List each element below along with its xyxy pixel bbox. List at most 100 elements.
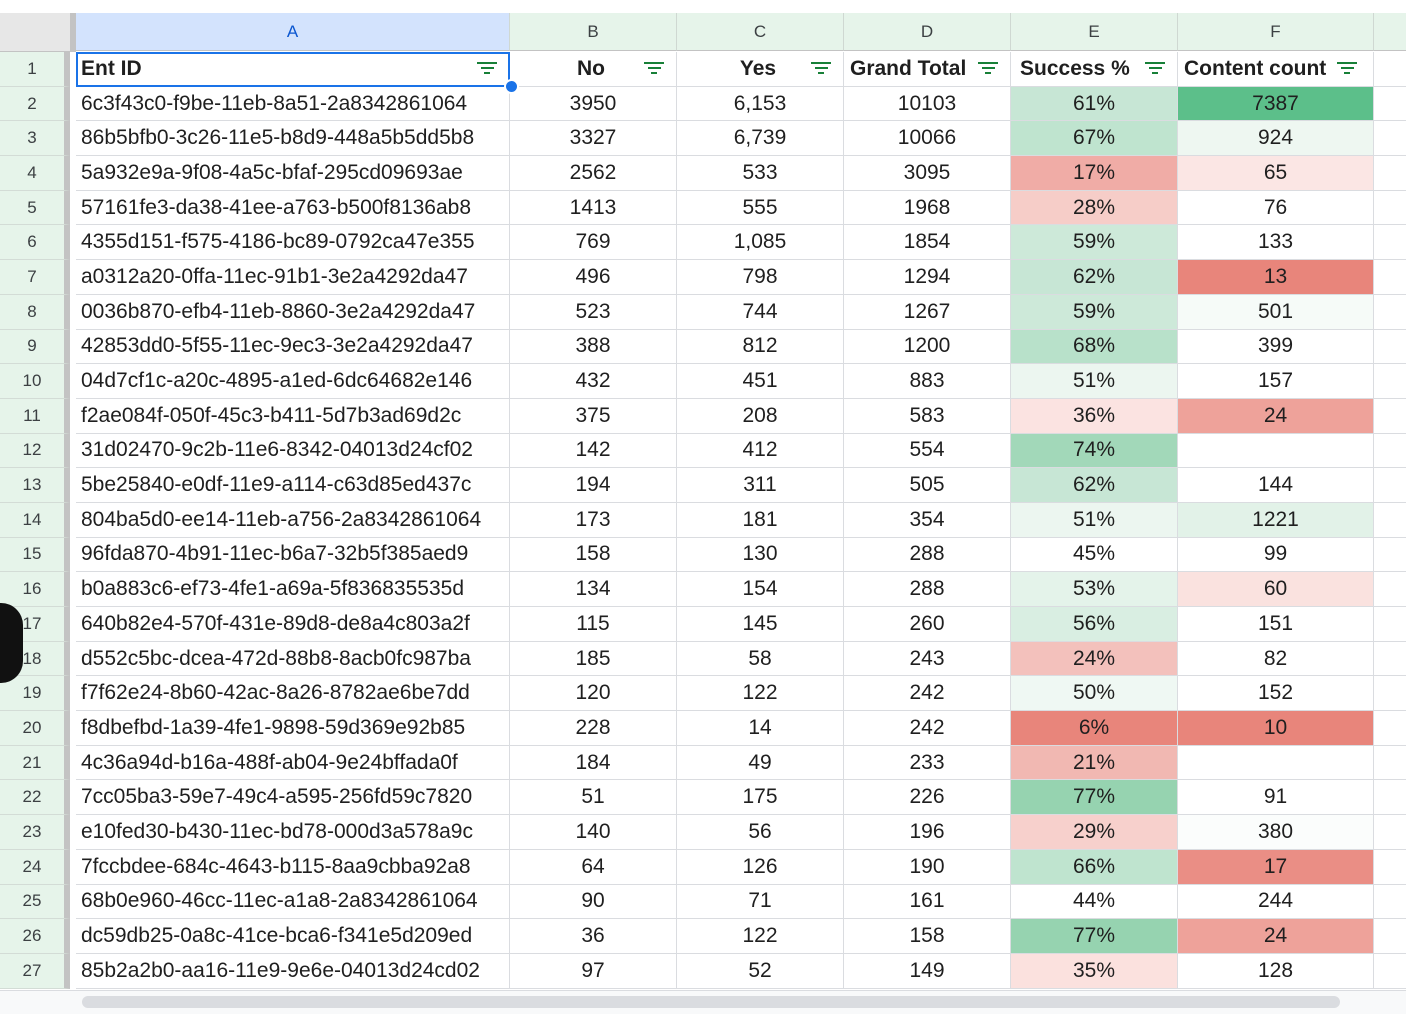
cell-grand-total[interactable]: 1854 [844,225,1011,261]
cell-no[interactable]: 158 [510,537,677,573]
filter-icon[interactable] [1145,61,1165,76]
cell-yes[interactable]: 122 [677,676,844,712]
cell-content-count[interactable]: 152 [1178,676,1374,712]
cell-ent-id[interactable]: f2ae084f-050f-45c3-b411-5d7b3ad69d2c [76,398,510,434]
row-header[interactable]: 8 [0,294,70,330]
cell-success[interactable]: 77% [1011,919,1178,954]
cell-no[interactable]: 36 [510,919,677,954]
cell-g[interactable] [1374,919,1406,954]
cell-no[interactable]: 3327 [510,121,677,157]
cell-g[interactable] [1374,538,1406,573]
cell-no[interactable]: 64 [510,849,677,885]
cell-g[interactable] [1374,468,1406,503]
row-header[interactable]: 27 [0,953,70,989]
cell-yes[interactable]: 744 [677,294,844,330]
cell-success[interactable]: 29% [1011,815,1178,850]
cell-yes[interactable]: 412 [677,433,844,469]
cell-g[interactable] [1374,225,1406,261]
cell-yes[interactable]: 154 [677,572,844,607]
horizontal-scrollbar[interactable] [76,990,1406,1014]
cell-no[interactable]: 769 [510,225,677,261]
cell-yes[interactable]: 555 [677,190,844,226]
header-ent-id[interactable]: Ent ID [76,52,510,87]
cell-yes[interactable]: 175 [677,780,844,816]
cell-grand-total[interactable]: 554 [844,433,1011,469]
cell-grand-total[interactable]: 583 [844,398,1011,434]
cell-g[interactable] [1374,885,1406,920]
cell-no[interactable]: 496 [510,260,677,295]
cell-success[interactable]: 59% [1011,294,1178,330]
cell-content-count[interactable]: 244 [1178,884,1374,920]
cell-content-count[interactable]: 501 [1178,294,1374,330]
cell-no[interactable]: 523 [510,294,677,330]
cell-g[interactable] [1374,676,1406,712]
cell-no[interactable]: 184 [510,745,677,781]
cell-ent-id[interactable]: 5be25840-e0df-11e9-a114-c63d85ed437c [76,468,510,503]
row-header[interactable]: 11 [0,398,70,434]
row-header[interactable]: 2 [0,86,70,122]
row-header[interactable]: 24 [0,849,70,885]
filter-icon[interactable] [978,61,998,76]
cell-success[interactable]: 68% [1011,329,1178,365]
cell-yes[interactable]: 451 [677,364,844,399]
column-header-f[interactable]: F [1178,13,1374,51]
row-header[interactable]: 16 [0,572,70,607]
cell-content-count[interactable]: 65 [1178,156,1374,191]
cell-success[interactable]: 28% [1011,190,1178,226]
cell-ent-id[interactable]: 6c3f43c0-f9be-11eb-8a51-2a8342861064 [76,86,510,122]
cell-no[interactable]: 173 [510,502,677,538]
cell-yes[interactable]: 56 [677,815,844,850]
cell-grand-total[interactable]: 288 [844,537,1011,573]
cell-g[interactable] [1374,434,1406,469]
cell-content-count[interactable] [1178,433,1374,469]
cell-yes[interactable]: 1,085 [677,225,844,261]
filter-icon[interactable] [811,61,831,76]
row-header[interactable]: 21 [0,745,70,781]
cell-yes[interactable]: 145 [677,607,844,642]
cell-success[interactable]: 51% [1011,364,1178,399]
cell-grand-total[interactable]: 243 [844,641,1011,677]
cell-content-count[interactable]: 91 [1178,780,1374,816]
cell-yes[interactable]: 122 [677,919,844,954]
cell-ent-id[interactable]: 7cc05ba3-59e7-49c4-a595-256fd59c7820 [76,780,510,816]
cell-ent-id[interactable]: 0036b870-efb4-11eb-8860-3e2a4292da47 [76,294,510,330]
cell-content-count[interactable] [1178,745,1374,781]
cell-ent-id[interactable]: f8dbefbd-1a39-4fe1-9898-59d369e92b85 [76,711,510,746]
cell-yes[interactable]: 208 [677,398,844,434]
cell-no[interactable]: 140 [510,815,677,850]
cell-ent-id[interactable]: b0a883c6-ef73-4fe1-a69a-5f836835535d [76,572,510,607]
row-header[interactable]: 1 [0,52,70,87]
cell-grand-total[interactable]: 226 [844,780,1011,816]
cell-content-count[interactable]: 157 [1178,364,1374,399]
cell-success[interactable]: 53% [1011,572,1178,607]
filter-icon[interactable] [477,61,497,76]
cell-no[interactable]: 115 [510,607,677,642]
cell-yes[interactable]: 181 [677,502,844,538]
row-header[interactable]: 9 [0,329,70,365]
cell-g[interactable] [1374,364,1406,399]
cell-g[interactable] [1374,191,1406,226]
cell-success[interactable]: 24% [1011,641,1178,677]
cell-no[interactable]: 375 [510,398,677,434]
cell-g[interactable] [1374,87,1406,122]
cell-success[interactable]: 45% [1011,537,1178,573]
column-header-a[interactable]: A [76,13,510,51]
cell-content-count[interactable]: 151 [1178,607,1374,642]
row-header[interactable]: 13 [0,468,70,503]
cell-yes[interactable]: 6,153 [677,86,844,122]
filter-icon[interactable] [1337,61,1357,76]
cell-g[interactable] [1374,52,1406,87]
cell-success[interactable]: 36% [1011,398,1178,434]
horizontal-scrollbar-thumb[interactable] [82,996,1340,1008]
cell-no[interactable]: 228 [510,711,677,746]
cell-success[interactable]: 62% [1011,468,1178,503]
row-header[interactable]: 20 [0,711,70,746]
header-content-count[interactable]: Content count [1178,52,1374,87]
cell-no[interactable]: 2562 [510,156,677,191]
cell-no[interactable]: 142 [510,433,677,469]
cell-ent-id[interactable]: 804ba5d0-ee14-11eb-a756-2a8342861064 [76,502,510,538]
cell-yes[interactable]: 71 [677,884,844,920]
cell-grand-total[interactable]: 233 [844,745,1011,781]
cell-content-count[interactable]: 10 [1178,711,1374,746]
cell-g[interactable] [1374,399,1406,434]
